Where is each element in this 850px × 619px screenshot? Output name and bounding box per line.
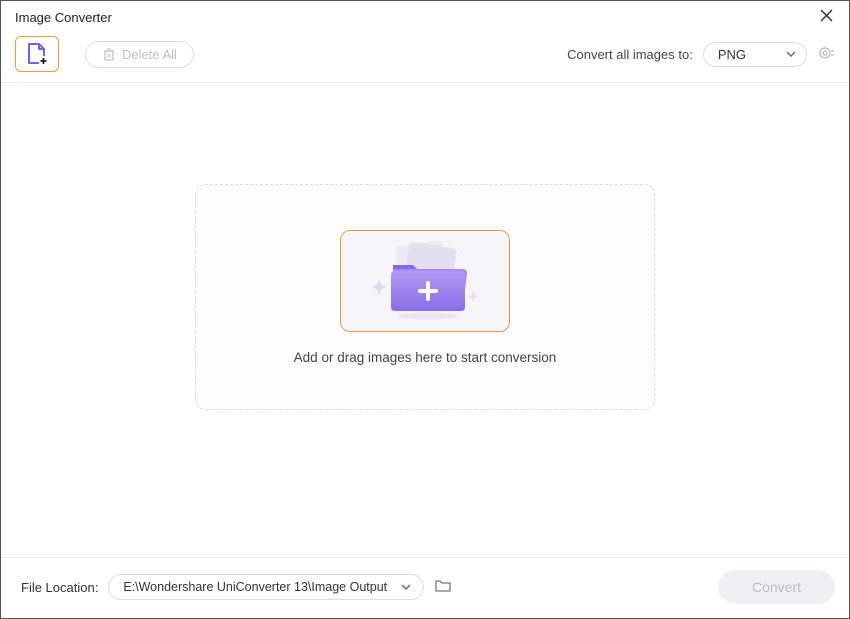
add-file-icon [24,41,50,67]
titlebar: Image Converter [1,1,849,30]
file-location-select[interactable]: E:\Wondershare UniConverter 13\Image Out… [108,574,424,600]
convert-all-label: Convert all images to: [567,47,693,62]
chevron-down-icon [401,584,411,590]
file-location-path: E:\Wondershare UniConverter 13\Image Out… [123,580,387,594]
convert-button[interactable]: Convert [718,570,835,604]
folder-icon [434,578,452,593]
convert-label: Convert [752,579,801,595]
window-title: Image Converter [15,10,112,25]
add-folder-card[interactable] [340,230,510,332]
toolbar: Delete All Convert all images to: PNG [1,30,849,83]
close-icon [820,9,833,22]
add-images-button[interactable] [15,36,59,72]
dropzone[interactable]: Add or drag images here to start convers… [195,184,655,410]
folder-plus-icon [355,239,495,323]
delete-all-button[interactable]: Delete All [85,41,194,68]
trash-icon [102,47,116,61]
close-button[interactable] [816,7,837,28]
main-area: Add or drag images here to start convers… [1,83,849,561]
format-select[interactable]: PNG [703,42,807,67]
toolbar-left: Delete All [15,36,194,72]
chevron-down-icon [786,51,796,57]
delete-all-label: Delete All [122,47,177,62]
file-location-label: File Location: [21,580,98,595]
footer-left: File Location: E:\Wondershare UniConvert… [21,574,452,600]
settings-button[interactable] [817,44,835,65]
open-folder-button[interactable] [434,578,452,596]
toolbar-right: Convert all images to: PNG [567,42,835,67]
dropzone-instruction: Add or drag images here to start convers… [294,350,557,365]
gear-icon [817,44,835,62]
footer: File Location: E:\Wondershare UniConvert… [1,557,849,618]
format-selected-value: PNG [718,47,746,62]
